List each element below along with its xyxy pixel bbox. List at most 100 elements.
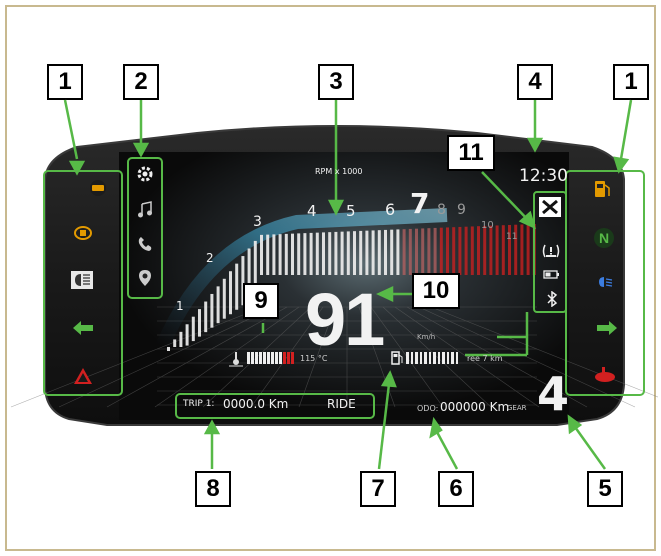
tach-bar (204, 301, 208, 333)
tach-bar (346, 231, 350, 275)
rpm-tick-label: 6 (385, 200, 396, 219)
tach-bar (179, 331, 183, 347)
hazard-icon (74, 368, 92, 384)
tach-bar (229, 271, 232, 315)
tach-bar (309, 232, 313, 275)
high-beam-icon (71, 271, 93, 289)
oil-icon (74, 226, 92, 240)
tach-bar (260, 234, 263, 275)
tach-bar (470, 226, 474, 275)
rpm-tick-label: 8 (437, 202, 446, 218)
low-beam-icon (597, 274, 613, 290)
fuel-bar (433, 352, 436, 364)
engine-icon (90, 180, 106, 196)
tach-bar (477, 226, 480, 275)
tach-bar (433, 227, 437, 275)
gear-value: 4 (537, 367, 570, 421)
speed-value: 91 (305, 278, 385, 361)
tach-bar (458, 226, 462, 275)
coolant-bar (287, 352, 290, 364)
fuel-bar (424, 352, 427, 364)
coolant-temp-value: 115 °C (300, 354, 328, 363)
tire-pressure-icon (542, 244, 560, 258)
fuel-range: ree 7 km (467, 354, 503, 363)
tach-bar (384, 229, 387, 275)
tach-bar (501, 225, 505, 275)
tach-bar (353, 231, 356, 275)
tach-bar (415, 228, 418, 275)
tach-bar (489, 225, 493, 275)
tach-bar (315, 232, 319, 275)
rpm-tick-label: 1 (176, 299, 184, 313)
clock: 12:30 (519, 166, 568, 186)
coolant-bar (247, 352, 250, 364)
tach-bar (483, 225, 487, 275)
tach-bar (340, 231, 344, 275)
tach-bar (284, 233, 288, 275)
tach-bar (421, 228, 425, 275)
tach-bar (235, 263, 239, 310)
tool-icon (539, 197, 561, 217)
bluetooth-icon (547, 291, 558, 307)
right-turn-icon (597, 321, 617, 335)
coolant-bar (255, 352, 258, 364)
fuel-bar (428, 352, 432, 364)
coolant-temp-icon (229, 352, 243, 367)
rpm-tick-label: 9 (457, 202, 466, 218)
left-turn-icon (73, 321, 93, 335)
rpm-tick-label: 10 (481, 220, 494, 231)
tach-bar (328, 232, 332, 275)
tach-bar (452, 227, 456, 275)
tach-bar (222, 278, 226, 319)
tach-bar (210, 293, 214, 328)
fuel-bar (415, 352, 418, 364)
gear-icon[interactable] (135, 165, 155, 183)
music-icon[interactable] (137, 201, 153, 219)
coolant-bar (267, 352, 270, 364)
tach-bar (377, 230, 381, 275)
fuel-bar (419, 352, 423, 364)
fuel-bar (442, 352, 445, 364)
tach-bar (520, 224, 524, 275)
tach-bar (297, 233, 301, 275)
ride-mode: RIDE (327, 397, 356, 411)
gear-label: GEAR (507, 404, 527, 412)
tach-bar (526, 224, 530, 275)
location-icon[interactable] (138, 269, 152, 287)
fuel-bar (451, 352, 454, 364)
coolant-bar (271, 352, 274, 364)
tach-bar (272, 234, 276, 275)
callout-warnings: 11 (447, 135, 495, 171)
coolant-bar (259, 352, 262, 364)
tach-bar (198, 309, 201, 337)
coolant-bar (251, 352, 254, 364)
coolant-bar (263, 352, 266, 364)
tach-bar (291, 233, 294, 275)
tach-bar (371, 230, 375, 275)
fuel-pump-icon (391, 351, 403, 365)
fuel-bar (406, 352, 409, 364)
rpm-tick-label: 5 (346, 202, 356, 220)
tach-bar (322, 232, 325, 275)
rpm-tick-label: 7 (410, 187, 430, 220)
tach-bar (396, 229, 400, 275)
coolant-bar (275, 352, 278, 364)
tach-bar (173, 339, 177, 347)
tach-bar (278, 234, 282, 275)
fuel-bar (455, 352, 459, 364)
coolant-bar (283, 352, 286, 364)
rpm-tick-label: 4 (307, 202, 317, 220)
tach-bar (427, 228, 431, 275)
tach-bar (266, 234, 270, 275)
svg-text:N: N (599, 230, 609, 246)
tach-bar (359, 230, 363, 275)
figure-frame: 1 2 3 4 1 8 7 6 5 9 10 11 RPM x 1000 1 2… (5, 5, 658, 551)
phone-icon[interactable] (137, 235, 153, 253)
tach-bar (216, 286, 220, 324)
trip-label: TRIP 1: (183, 399, 215, 409)
tach-bar (185, 324, 189, 346)
fuel-bar (446, 352, 450, 364)
rpm-tick-label: 2 (206, 251, 214, 265)
tach-bar (167, 347, 170, 351)
odo-value: 000000 Km (440, 400, 510, 414)
